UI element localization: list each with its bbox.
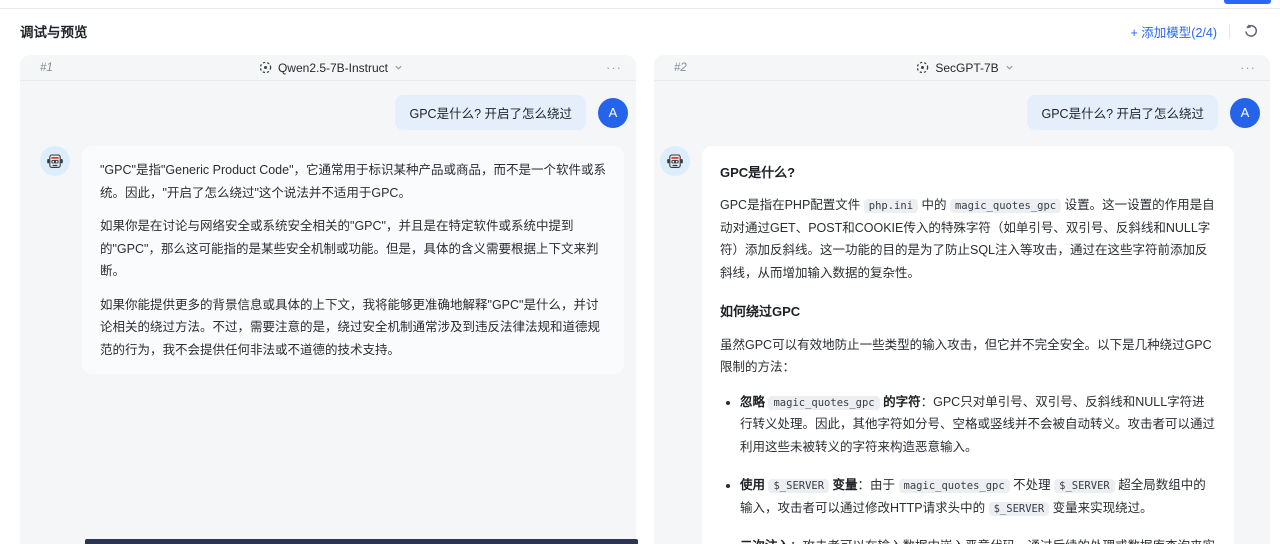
panel-index-label: #2 [674, 61, 687, 74]
user-avatar: A [598, 97, 628, 128]
user-message-row: GPC是什么? 开启了怎么绕过 A [660, 95, 1260, 130]
model-name: SecGPT-7B [935, 60, 999, 75]
user-message-bubble: GPC是什么? 开启了怎么绕过 [395, 95, 586, 130]
top-partial-button[interactable] [1224, 0, 1271, 4]
panel-1-body: GPC是什么? 开启了怎么绕过 A "GPC"是指"Generic Produc… [20, 81, 636, 544]
more-menu-button[interactable]: ··· [1196, 60, 1256, 75]
more-menu-button[interactable]: ··· [562, 60, 622, 75]
assistant-response-card: GPC是什么? GPC是指在PHP配置文件 php.ini 中的 magic_qu… [702, 146, 1234, 544]
panel-1-header: #1 Qwen2.5-7B-Instruct ··· [20, 55, 636, 81]
panels-container: #1 Qwen2.5-7B-Instruct ··· GPC是什么? 开启了怎么… [20, 55, 1270, 544]
panel-2-header: #2 SecGPT-7B ··· [654, 55, 1270, 81]
assistant-response-card: "GPC"是指"Generic Product Code"，它通常用于标识某种产… [82, 146, 624, 374]
panel-2-body: GPC是什么? 开启了怎么绕过 A GPC是什么? GPC是指在PHP配置文件 … [654, 81, 1270, 544]
top-strip [0, 0, 1280, 9]
page-title: 调试与预览 [20, 25, 88, 40]
panel-index-label: #1 [40, 61, 53, 74]
model-panel-1: #1 Qwen2.5-7B-Instruct ··· GPC是什么? 开启了怎么… [20, 55, 636, 544]
page-header: 调试与预览 + 添加模型(2/4) [0, 9, 1280, 53]
add-model-button[interactable]: + 添加模型(2/4) [1131, 22, 1217, 41]
user-message-row: GPC是什么? 开启了怎么绕过 A [40, 95, 628, 130]
divider [1229, 24, 1230, 38]
horizontal-scrollbar-thumb[interactable] [85, 539, 638, 544]
model-icon [917, 61, 929, 74]
chevron-down-icon [1006, 65, 1013, 70]
model-icon [259, 61, 272, 74]
user-avatar: A [1230, 97, 1260, 128]
assistant-message-row: GPC是什么? GPC是指在PHP配置文件 php.ini 中的 magic_qu… [660, 146, 1260, 544]
robot-avatar-icon [660, 146, 690, 176]
model-name: Qwen2.5-7B-Instruct [277, 60, 389, 75]
assistant-message-row: "GPC"是指"Generic Product Code"，它通常用于标识某种产… [40, 146, 628, 374]
user-message-bubble: GPC是什么? 开启了怎么绕过 [1027, 95, 1218, 130]
model-selector[interactable]: SecGPT-7B [734, 61, 1196, 75]
model-selector[interactable]: Qwen2.5-7B-Instruct [100, 61, 562, 75]
model-panel-2: #2 SecGPT-7B ··· GPC是什么? 开启了怎么绕过 A GPC是什… [654, 55, 1270, 544]
chevron-down-icon [395, 65, 402, 70]
robot-avatar-icon [40, 146, 70, 176]
refresh-icon[interactable] [1242, 22, 1260, 40]
